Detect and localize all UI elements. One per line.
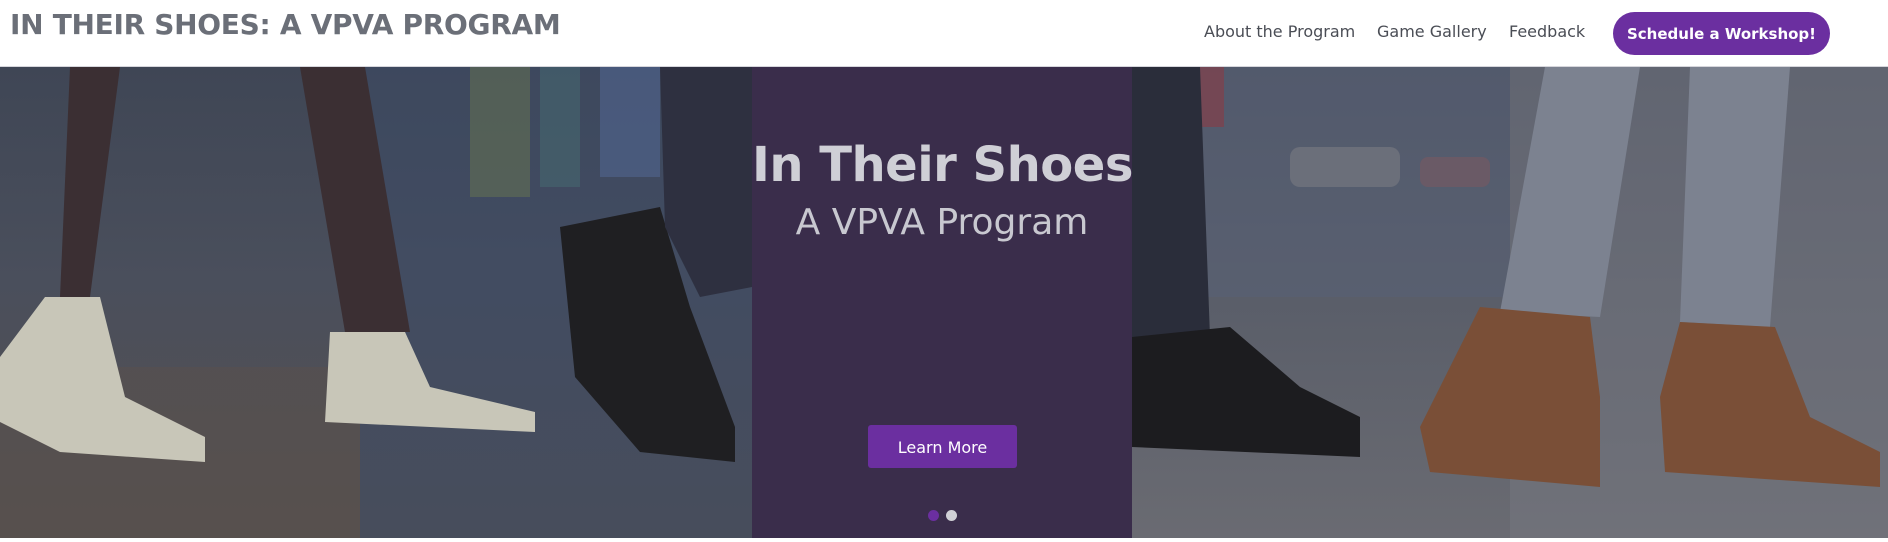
site-header: IN THEIR SHOES: A VPVA PROGRAM About the… <box>0 0 1888 67</box>
hero-title: In Their Shoes <box>752 137 1133 193</box>
hero-slider: In Their Shoes A VPVA Program Learn More <box>0 67 1888 538</box>
hero-subtitle: A VPVA Program <box>795 202 1089 243</box>
learn-more-button[interactable]: Learn More <box>868 425 1017 468</box>
page-divider <box>0 538 1888 542</box>
slide-dot-1-active[interactable] <box>928 510 939 521</box>
nav-about-program[interactable]: About the Program <box>1204 22 1355 41</box>
nav-feedback[interactable]: Feedback <box>1509 22 1585 41</box>
schedule-workshop-button[interactable]: Schedule a Workshop! <box>1613 12 1830 55</box>
slide-dot-2[interactable] <box>946 510 957 521</box>
nav-game-gallery[interactable]: Game Gallery <box>1377 22 1487 41</box>
site-title[interactable]: IN THEIR SHOES: A VPVA PROGRAM <box>10 8 561 41</box>
